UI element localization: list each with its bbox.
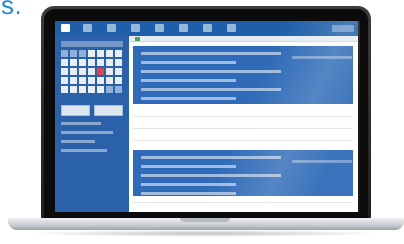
product-photo: os. <box>0 0 404 244</box>
calendar-day[interactable] <box>88 50 95 57</box>
refresh-icon[interactable] <box>203 24 212 32</box>
calendar-day[interactable] <box>115 50 122 57</box>
calendar-day[interactable] <box>61 86 68 93</box>
calendar-day[interactable] <box>97 50 104 57</box>
divider <box>133 128 353 129</box>
sidebar-item[interactable] <box>61 140 95 143</box>
calendar-day[interactable] <box>97 59 104 66</box>
calendar-day[interactable] <box>70 68 77 75</box>
event-block[interactable] <box>133 46 353 104</box>
calendar-day[interactable] <box>106 50 113 57</box>
divider <box>133 140 353 141</box>
calendar-day[interactable] <box>106 86 113 93</box>
app-toolbar <box>55 21 358 36</box>
calendar-day[interactable] <box>70 86 77 93</box>
calendar-day[interactable] <box>79 86 86 93</box>
calendar-day[interactable] <box>106 77 113 84</box>
calendar-day[interactable] <box>88 59 95 66</box>
laptop-screen <box>55 21 358 212</box>
caption-fragment: os. <box>0 0 23 20</box>
calendar-day[interactable] <box>79 68 86 75</box>
calendar-day[interactable] <box>61 68 68 75</box>
calendar-day[interactable] <box>115 77 122 84</box>
people-icon[interactable] <box>107 24 116 32</box>
mini-calendar-header <box>61 41 123 47</box>
tab-strip <box>129 36 358 42</box>
sidebar <box>55 36 129 212</box>
event-meta <box>292 160 352 163</box>
sidebar-button-right[interactable] <box>94 105 123 116</box>
laptop-notch <box>180 218 230 222</box>
calendar-day[interactable] <box>79 59 86 66</box>
help-icon[interactable] <box>227 24 236 32</box>
event-block[interactable] <box>133 150 353 196</box>
calendar-day[interactable] <box>115 86 122 93</box>
calendar-icon[interactable] <box>61 24 70 32</box>
mini-calendar <box>61 50 122 93</box>
list-icon[interactable] <box>83 24 92 32</box>
calendar-day[interactable] <box>97 86 104 93</box>
laptop-shadow <box>25 230 385 237</box>
divider <box>133 116 353 117</box>
calendar-day[interactable] <box>88 68 95 75</box>
calendar-day[interactable] <box>79 50 86 57</box>
calendar-day[interactable] <box>97 77 104 84</box>
calendar-day[interactable] <box>61 59 68 66</box>
calendar-day[interactable] <box>61 50 68 57</box>
sidebar-item[interactable] <box>61 122 101 125</box>
sidebar-item[interactable] <box>61 131 113 134</box>
sidebar-button-left[interactable] <box>61 105 90 116</box>
calendar-day[interactable] <box>70 77 77 84</box>
calendar-day[interactable] <box>115 68 122 75</box>
schedule-panel <box>129 36 358 212</box>
calendar-day[interactable] <box>115 59 122 66</box>
status-indicator <box>135 37 140 41</box>
calendar-day[interactable] <box>106 68 113 75</box>
event-meta <box>292 56 352 59</box>
sidebar-list <box>61 122 113 158</box>
calendar-day[interactable] <box>79 77 86 84</box>
sidebar-item[interactable] <box>61 149 107 152</box>
search-input[interactable] <box>332 25 354 32</box>
calendar-day[interactable] <box>70 50 77 57</box>
calendar-day[interactable] <box>88 86 95 93</box>
calendar-day[interactable] <box>106 59 113 66</box>
calendar-day-selected[interactable] <box>97 68 104 75</box>
settings-icon[interactable] <box>131 24 140 32</box>
calendar-day[interactable] <box>88 77 95 84</box>
calendar-day[interactable] <box>61 77 68 84</box>
print-icon[interactable] <box>179 24 188 32</box>
divider <box>133 202 353 203</box>
calendar-day[interactable] <box>70 59 77 66</box>
upload-icon[interactable] <box>155 24 164 32</box>
